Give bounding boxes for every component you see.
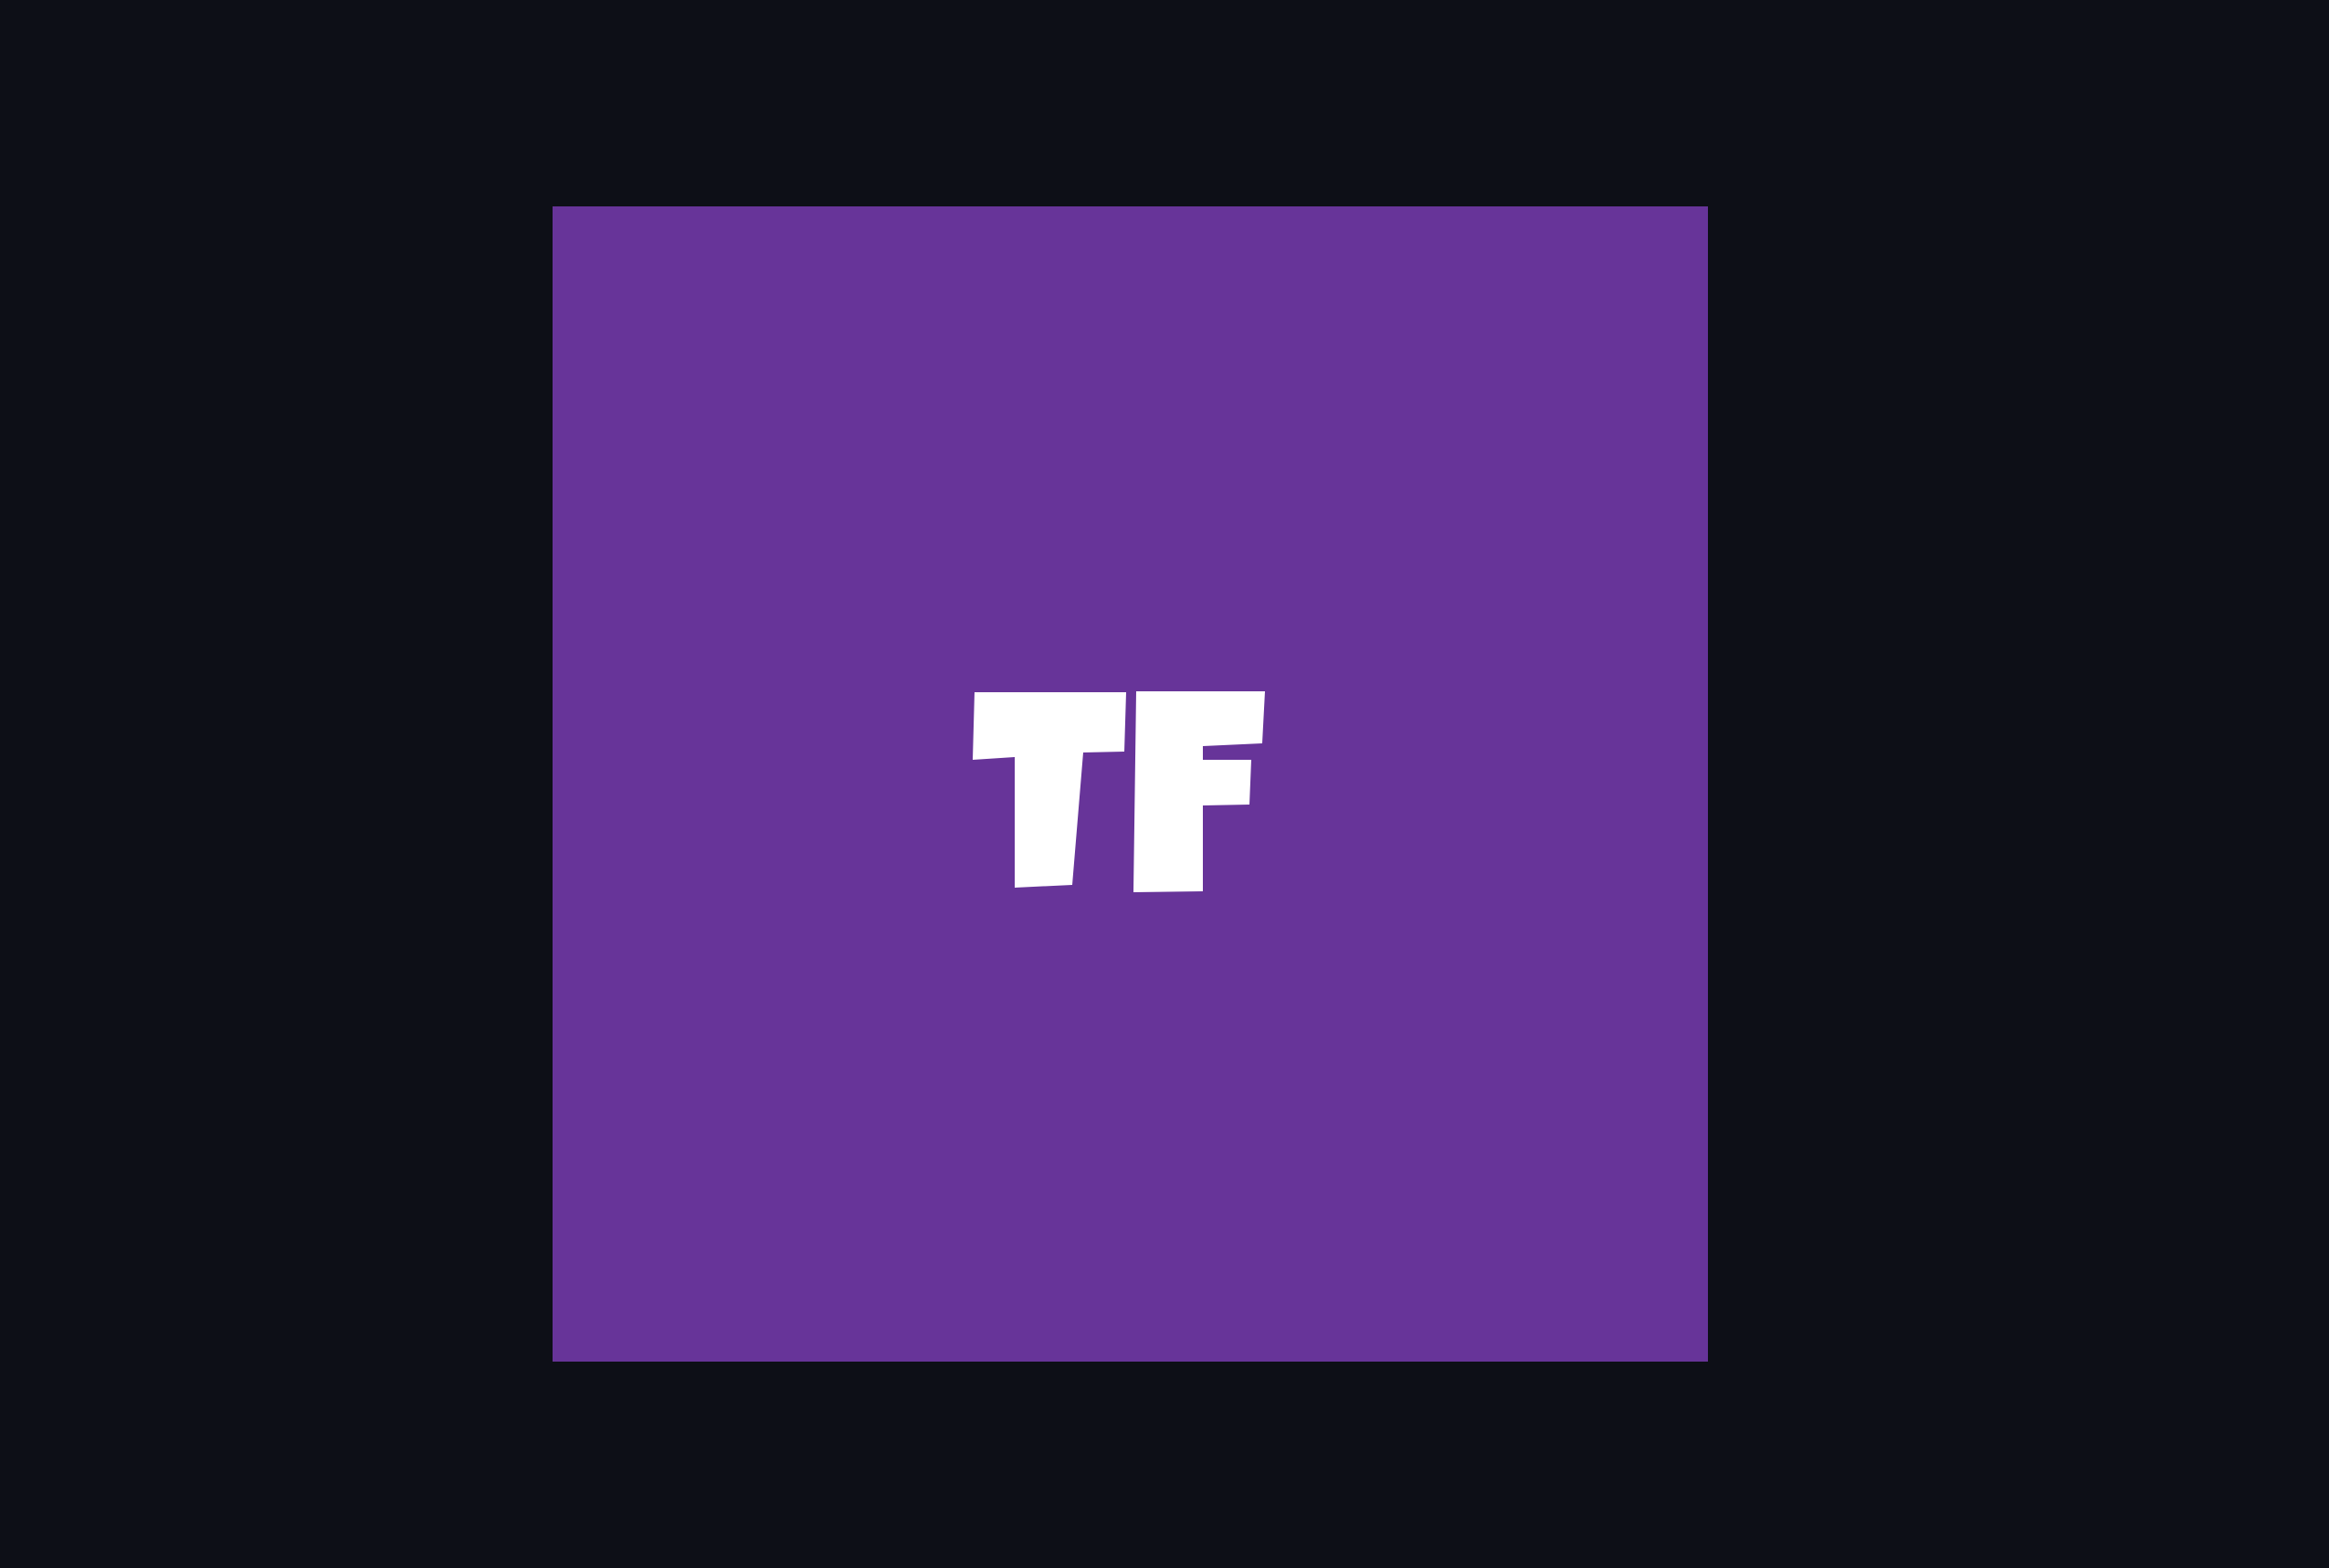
screen [0,0,2329,1568]
logo-letter-f-glyph [1133,691,1265,892]
logo-letter-t-glyph [973,692,1126,888]
app-icon-tile[interactable] [553,206,1708,1362]
tf-logo-icon [973,691,1265,892]
